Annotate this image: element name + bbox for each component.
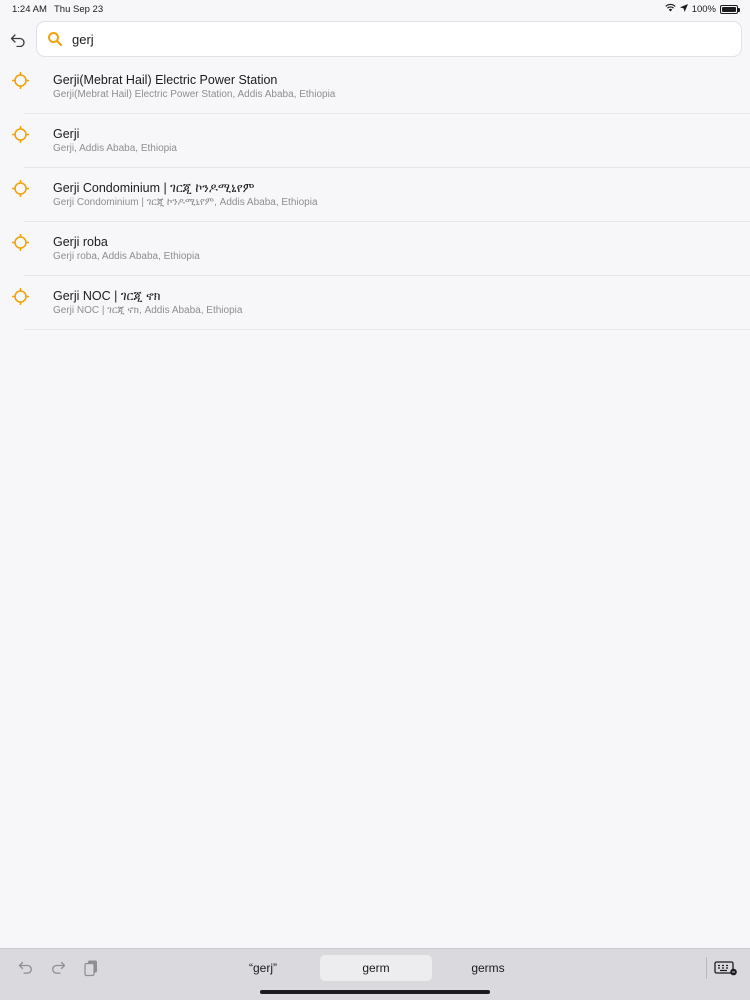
result-subtitle: Gerji, Addis Ababa, Ethiopia bbox=[53, 143, 177, 154]
location-target-icon bbox=[12, 234, 29, 251]
divider bbox=[706, 957, 707, 979]
result-subtitle: Gerji roba, Addis Ababa, Ethiopia bbox=[53, 251, 200, 262]
keyboard-toggle-button[interactable] bbox=[714, 958, 738, 978]
result-subtitle: Gerji Condominium | ገርጂ ኮንዶሚኒየም, Addis A… bbox=[53, 197, 318, 208]
status-bar: 1:24 AM Thu Sep 23 100% bbox=[0, 0, 750, 18]
status-indicators: 100% bbox=[665, 3, 740, 15]
result-item[interactable]: Gerji Condominium | ገርጂ ኮንዶሚኒየም Gerji Co… bbox=[0, 168, 750, 222]
battery-percent: 100% bbox=[691, 3, 716, 15]
back-button[interactable] bbox=[8, 30, 28, 50]
location-target-icon bbox=[12, 180, 29, 197]
keyboard-icon bbox=[714, 960, 738, 976]
result-subtitle: Gerji NOC | ገርጂ ኖክ, Addis Ababa, Ethiopi… bbox=[53, 305, 243, 316]
result-item[interactable]: Gerji Gerji, Addis Ababa, Ethiopia bbox=[0, 114, 750, 168]
back-arrow-icon bbox=[10, 33, 26, 47]
paste-button[interactable] bbox=[81, 958, 101, 978]
result-subtitle: Gerji(Mebrat Hail) Electric Power Statio… bbox=[53, 89, 336, 100]
home-indicator[interactable] bbox=[260, 990, 490, 994]
result-title: Gerji Condominium | ገርጂ ኮንዶሚኒየም bbox=[53, 181, 255, 195]
results-list: Gerji(Mebrat Hail) Electric Power Statio… bbox=[0, 60, 750, 330]
result-title: Gerji bbox=[53, 127, 80, 141]
battery-icon bbox=[720, 4, 740, 14]
location-target-icon bbox=[12, 72, 29, 89]
location-target-icon bbox=[12, 288, 29, 305]
search-input[interactable] bbox=[72, 24, 712, 54]
search-icon bbox=[47, 31, 63, 47]
divider bbox=[24, 329, 750, 330]
undo-icon bbox=[18, 961, 34, 975]
suggestion-alternate[interactable]: germs bbox=[432, 955, 544, 981]
clipboard-icon bbox=[83, 959, 99, 977]
status-time: 1:24 AM bbox=[12, 4, 47, 15]
location-target-icon bbox=[12, 126, 29, 143]
result-title: Gerji NOC | ገርጂ ኖክ bbox=[53, 289, 161, 303]
result-item[interactable]: Gerji(Mebrat Hail) Electric Power Statio… bbox=[0, 60, 750, 114]
search-bar[interactable] bbox=[36, 21, 742, 57]
location-arrow-icon bbox=[679, 3, 688, 15]
result-item[interactable]: Gerji NOC | ገርጂ ኖክ Gerji NOC | ገርጂ ኖክ, A… bbox=[0, 276, 750, 330]
redo-icon bbox=[50, 961, 66, 975]
result-title: Gerji(Mebrat Hail) Electric Power Statio… bbox=[53, 73, 278, 87]
suggestion-primary[interactable]: germ bbox=[320, 955, 432, 981]
status-date: Thu Sep 23 bbox=[54, 4, 104, 15]
redo-button[interactable] bbox=[48, 958, 68, 978]
wifi-icon bbox=[665, 3, 676, 15]
suggestion-literal[interactable]: “gerj” bbox=[207, 955, 319, 981]
result-title: Gerji roba bbox=[53, 235, 108, 249]
result-item[interactable]: Gerji roba Gerji roba, Addis Ababa, Ethi… bbox=[0, 222, 750, 276]
undo-button[interactable] bbox=[16, 958, 36, 978]
